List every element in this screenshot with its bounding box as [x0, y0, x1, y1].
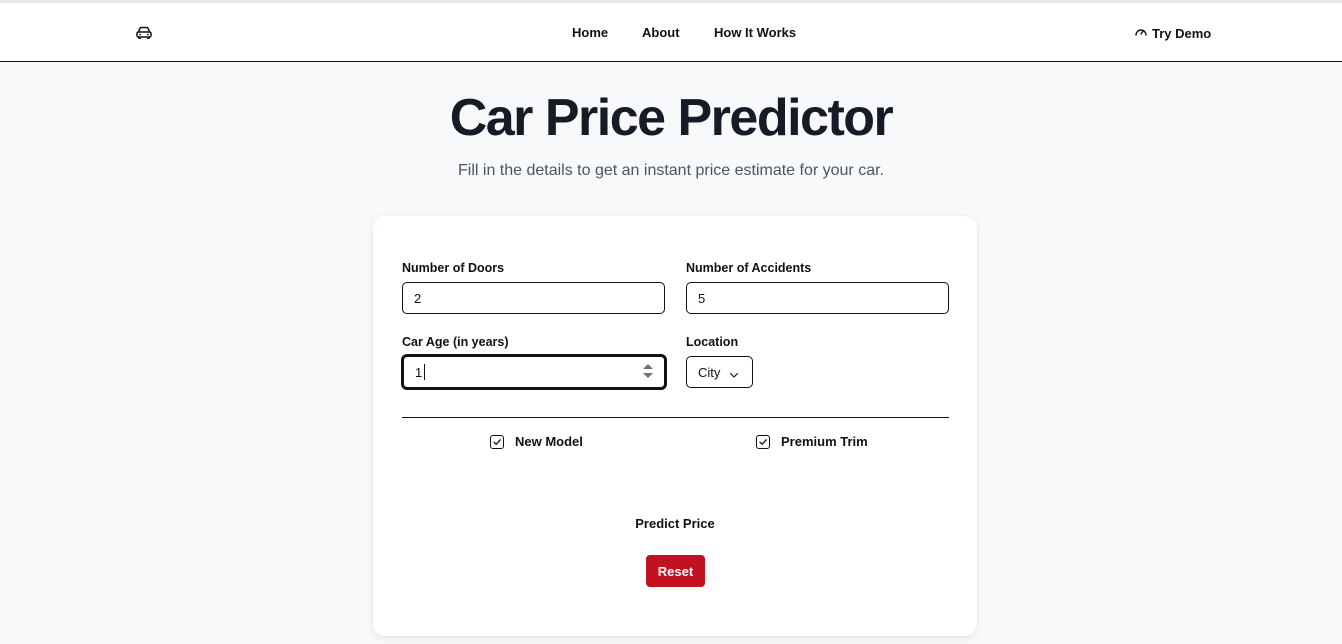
car-age-label: Car Age (in years) [402, 335, 509, 349]
premium-trim-label: Premium Trim [781, 434, 868, 449]
location-label: Location [686, 335, 739, 349]
nav-link-about[interactable]: About [642, 25, 680, 40]
nav-link-home[interactable]: Home [572, 25, 608, 40]
form-divider [402, 417, 949, 418]
page-subtitle: Fill in the details to get an instant pr… [458, 162, 884, 179]
premium-trim-checkbox[interactable]: Premium Trim [756, 434, 868, 449]
chevron-down-icon [729, 367, 739, 378]
car-age-input[interactable]: 1 [401, 354, 667, 390]
text-cursor [424, 364, 425, 380]
spinner-up-icon[interactable] [643, 364, 653, 369]
try-demo-button[interactable]: Try Demo [1134, 25, 1211, 42]
new-model-label: New Model [515, 434, 583, 449]
spinner-down-icon[interactable] [643, 373, 653, 378]
reset-button[interactable]: Reset [646, 555, 705, 587]
try-demo-label: Try Demo [1152, 26, 1212, 41]
navbar: Home About How It Works Try Demo [0, 3, 1342, 62]
checkbox-checked-icon[interactable] [756, 434, 770, 449]
new-model-checkbox[interactable]: New Model [490, 434, 583, 449]
car-age-value: 1 [415, 365, 423, 380]
accidents-label: Number of Accidents [686, 261, 812, 275]
location-select[interactable]: City [686, 356, 753, 388]
location-selected-value: City [698, 365, 721, 380]
doors-label: Number of Doors [402, 261, 505, 275]
number-spinner[interactable] [643, 362, 653, 382]
nav-link-how-it-works[interactable]: How It Works [714, 25, 796, 40]
checkbox-checked-icon[interactable] [490, 434, 504, 449]
accidents-input[interactable] [686, 282, 949, 314]
prediction-form-card: Number of Doors Number of Accidents Car … [373, 216, 977, 636]
gauge-icon [1134, 25, 1148, 42]
page-title: Car Price Predictor [449, 89, 894, 147]
doors-input[interactable] [402, 282, 665, 314]
predict-price-button[interactable]: Predict Price [373, 516, 977, 531]
